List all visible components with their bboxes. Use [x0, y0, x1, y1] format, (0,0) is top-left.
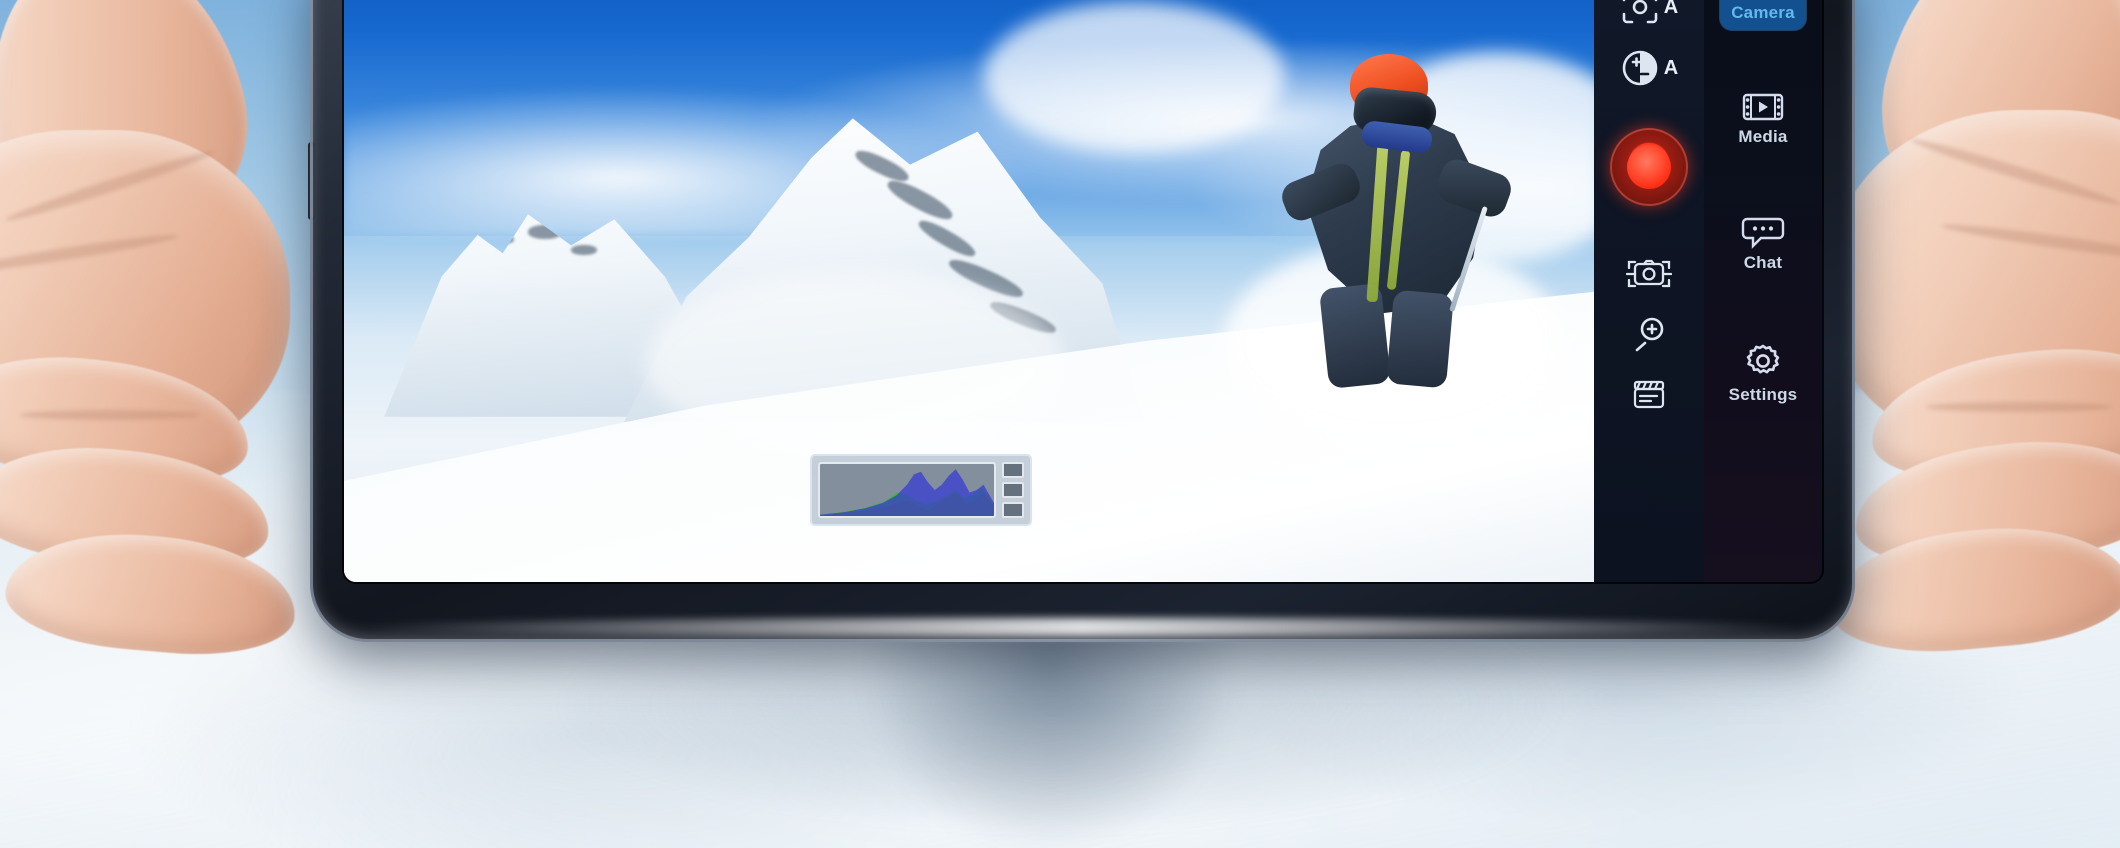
film-strip-icon: [1742, 93, 1784, 121]
record-button[interactable]: [1610, 128, 1688, 206]
slate-button[interactable]: [1629, 378, 1669, 412]
menu-label-media: Media: [1738, 127, 1788, 146]
earpiece-speaker: [308, 142, 315, 220]
magnifier-plus-icon: [1635, 317, 1664, 352]
histogram-blue-area: [820, 469, 994, 516]
menu-item-settings[interactable]: Settings: [1720, 332, 1806, 412]
histogram-svg: [820, 469, 994, 516]
app-navigation-panel: Camera Media Chat Settings: [1704, 0, 1822, 582]
menu-item-chat[interactable]: Chat: [1720, 206, 1806, 280]
clapperboard-icon: [1633, 380, 1665, 409]
menu-label-camera: Camera: [1731, 3, 1795, 22]
menu-item-media[interactable]: Media: [1720, 82, 1806, 154]
screenshot-stage: 77mm 30 1/120 f2.8 00:00:04:12 800 5600K…: [0, 0, 2120, 848]
histogram-side-gauges: [1002, 462, 1024, 518]
zoom-in-button[interactable]: [1629, 314, 1669, 354]
focus-mode-control[interactable]: A: [1620, 0, 1678, 26]
snowboarder-subject: [1277, 54, 1516, 389]
camera-control-column: A A: [1594, 0, 1704, 582]
rgb-histogram-widget[interactable]: [810, 454, 1032, 526]
speech-bubble-icon: [1741, 217, 1785, 249]
exposure-comp-icon: [1622, 50, 1658, 86]
phone-screen: 77mm 30 1/120 f2.8 00:00:04:12 800 5600K…: [344, 0, 1822, 582]
menu-item-camera[interactable]: Camera: [1720, 0, 1806, 30]
snapshot-button[interactable]: [1626, 256, 1672, 292]
camera-viewfinder[interactable]: 77mm 30 1/120 f2.8 00:00:04:12 800 5600K…: [344, 0, 1594, 582]
bezel-highlight: [356, 618, 1809, 636]
snapshot-frame-icon: [1626, 259, 1672, 288]
menu-label-settings: Settings: [1728, 385, 1798, 404]
exposure-compensation-control[interactable]: A: [1620, 48, 1678, 88]
exposure-mode-value: A: [1663, 56, 1679, 79]
focus-frame-icon: [1622, 0, 1658, 24]
phone-device: 77mm 30 1/120 f2.8 00:00:04:12 800 5600K…: [308, 0, 1855, 642]
record-button-inner: [1627, 145, 1671, 189]
gear-icon: [1746, 344, 1780, 374]
focus-mode-value: A: [1663, 0, 1679, 18]
histogram-plot: [818, 462, 996, 518]
menu-label-chat: Chat: [1743, 253, 1783, 272]
